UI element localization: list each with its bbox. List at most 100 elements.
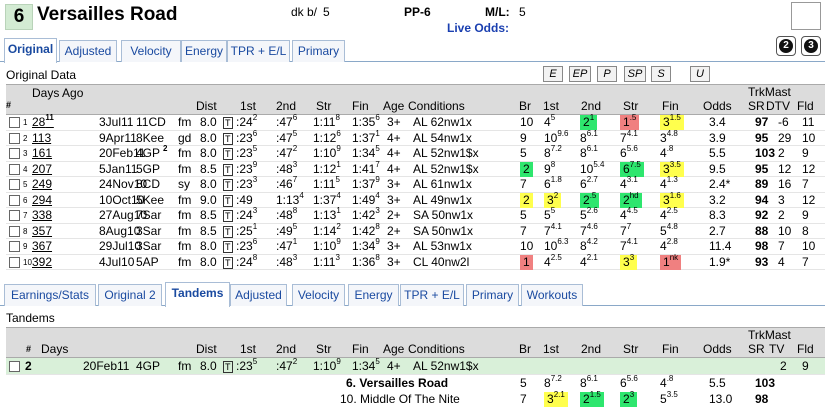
- surface: fm: [178, 359, 192, 373]
- conditions: AL 52nw1$x: [413, 146, 479, 160]
- conditions: SA 50nw1x: [413, 223, 474, 238]
- call-1st-highlight: 32.1: [544, 391, 568, 407]
- call-2nd-highlight: 21.5: [580, 391, 604, 407]
- table-row[interactable]: 4 207 5Jan11 5GP fm 8.5 T:239:483 1:121 1:417 4+ A…: [6, 160, 825, 177]
- tab2-tpr-e-l[interactable]: TPR + E/L: [400, 284, 464, 306]
- row-checkbox[interactable]: [9, 225, 20, 237]
- tab2-earnings-stats[interactable]: Earnings/Stats: [4, 284, 96, 306]
- row-checkbox[interactable]: [9, 241, 20, 252]
- split-2nd: :467: [276, 175, 298, 192]
- filter-sp-button[interactable]: SP: [624, 66, 646, 82]
- tab2-primary[interactable]: Primary: [466, 284, 519, 306]
- split-1st: :49: [236, 192, 253, 207]
- table-row[interactable]: 2 20Feb11 4GP fm 8.0 T:235:472 1:109 1:345 4+ AL …: [6, 358, 825, 375]
- section-title-tandems: Tandems: [6, 311, 55, 325]
- days-ago: 113: [32, 130, 52, 145]
- post-br: 2: [520, 161, 533, 177]
- header-blank-box[interactable]: [791, 2, 821, 30]
- tandem-horse-name: 6. Versailles Road: [346, 376, 449, 390]
- distance: 8.0: [200, 359, 217, 373]
- split-str: 1:115: [313, 175, 340, 192]
- circle-3-button[interactable]: 3: [801, 36, 821, 56]
- row-checkbox[interactable]: [9, 179, 20, 190]
- call-str: 44.5: [620, 206, 638, 223]
- live-odds-label: Live Odds:: [447, 21, 510, 35]
- tab-bar-top: Original Adjusted Velocity Energy TPR + E/L P…: [0, 38, 825, 63]
- distance: 8.0: [200, 239, 217, 253]
- col-header-days_ago: Days Ago: [32, 86, 84, 100]
- filter-p-button[interactable]: P: [597, 66, 617, 82]
- days-ago: 338: [32, 208, 53, 222]
- table-row[interactable]: 7 338 27Aug10 7Sar fm 8.5 T:243:488 1:131 1:423 2…: [6, 206, 825, 224]
- surface: fm: [178, 161, 192, 176]
- filter-ep-button[interactable]: EP: [569, 66, 591, 82]
- col-header-c2: 2nd: [581, 342, 602, 356]
- turf-icon: T: [223, 361, 233, 373]
- tv: 2: [780, 359, 787, 373]
- filter-u-button[interactable]: U: [690, 66, 710, 82]
- row-number: 4: [23, 164, 28, 174]
- tab2-energy[interactable]: Energy: [348, 284, 399, 306]
- split-fin: 1:379: [352, 175, 380, 192]
- tab2-adjusted[interactable]: Adjusted: [230, 284, 287, 306]
- tab-original[interactable]: Original: [4, 38, 57, 63]
- row-checkbox[interactable]: [9, 163, 20, 175]
- ml-label: M/L:: [485, 5, 510, 19]
- filter-e-button[interactable]: E: [543, 66, 563, 82]
- table-row[interactable]: 2 113 9Apr11 8Kee gd 8.0 T:236:475 1:126 1:371 4+…: [6, 129, 825, 146]
- row-checkbox[interactable]: [9, 148, 20, 159]
- col-header-odds: Odds: [703, 99, 732, 113]
- tab-energy[interactable]: Energy: [181, 40, 227, 62]
- col-header-first: 1st: [240, 342, 257, 356]
- col-header-br: Br: [519, 99, 531, 113]
- distance: 8.0: [200, 130, 217, 145]
- circle-2-button[interactable]: 2: [776, 36, 796, 56]
- call-fin: 4.8: [660, 144, 674, 161]
- race-track: 5GP: [136, 161, 161, 176]
- race-track: 7Sar: [136, 208, 162, 222]
- post-br: 7: [520, 223, 527, 238]
- row-checkbox[interactable]: [9, 256, 20, 268]
- call-str: 23: [620, 391, 638, 408]
- row-checkbox[interactable]: [9, 132, 20, 144]
- table-row[interactable]: 8 357 8Aug10 3Sar fm 8.5 T:251:495 1:142 1:428 2+…: [6, 222, 825, 239]
- col-header-cfin: Fin: [662, 342, 679, 356]
- tab-velocity[interactable]: Velocity: [121, 40, 181, 62]
- row-checkbox[interactable]: [9, 210, 20, 221]
- table-row[interactable]: 5 249 24Nov10 8CD sy 8.0 T:233:467 1:115 1:379 3+…: [6, 175, 825, 193]
- split-str: 1:131: [313, 206, 341, 223]
- col-header-conditions: Conditions: [408, 99, 465, 113]
- call-fin: 31.5: [660, 114, 684, 130]
- row-number: 6: [23, 195, 28, 205]
- tab-tpr-e-l[interactable]: TPR + E/L: [227, 40, 290, 62]
- race-track: 8Kee: [136, 130, 165, 145]
- turf-icon: T: [223, 210, 233, 222]
- col-header-br: Br: [519, 342, 531, 356]
- call-2nd: 21.5: [580, 391, 604, 408]
- table-row[interactable]: 9 367 29Jul10 3Sar fm 8.0 T:236:471 1:109 1:349 3…: [6, 237, 825, 255]
- tab-adjusted[interactable]: Adjusted: [59, 40, 117, 62]
- split-2nd: :483: [276, 252, 298, 269]
- tab-primary[interactable]: Primary: [292, 40, 345, 62]
- row-checkbox[interactable]: [9, 361, 20, 372]
- age: 3+: [387, 115, 401, 129]
- tab2-workouts[interactable]: Workouts: [521, 284, 583, 306]
- call-2nd: 42.1: [580, 252, 598, 269]
- table-row[interactable]: 6 294 10Oct10 5Kee fm 9.0 T:49 1:134 1:374 1:494 3…: [6, 191, 825, 208]
- split-fin: 1:345: [352, 144, 380, 161]
- row-checkbox[interactable]: [9, 194, 20, 206]
- surface: fm: [178, 239, 192, 253]
- tab2-velocity[interactable]: Velocity: [292, 284, 345, 306]
- table-row[interactable]: 10 392 4Jul10 5AP fm 8.0 T:248:483 1:113 1:368 3+…: [6, 252, 825, 270]
- table-row[interactable]: 1 2811 3Jul11 11CD fm 8.0 T:242:476 1:118 1:356 3…: [6, 114, 825, 131]
- tab2-original-2[interactable]: Original 2: [98, 284, 162, 306]
- col-header-c1: 1st: [543, 342, 560, 356]
- table-row[interactable]: 3 161 20Feb11 4GP 2 fm 8.0 T:235:472 1:109 1:345 4…: [6, 144, 825, 162]
- call-str: 74.1: [620, 237, 638, 254]
- split-1st: :236: [236, 237, 258, 254]
- tab2-tandems[interactable]: Tandems: [165, 282, 230, 307]
- row-number: 9: [23, 242, 28, 251]
- row-number: 2: [25, 359, 32, 373]
- filter-s-button[interactable]: S: [651, 66, 671, 82]
- row-checkbox[interactable]: [9, 117, 20, 128]
